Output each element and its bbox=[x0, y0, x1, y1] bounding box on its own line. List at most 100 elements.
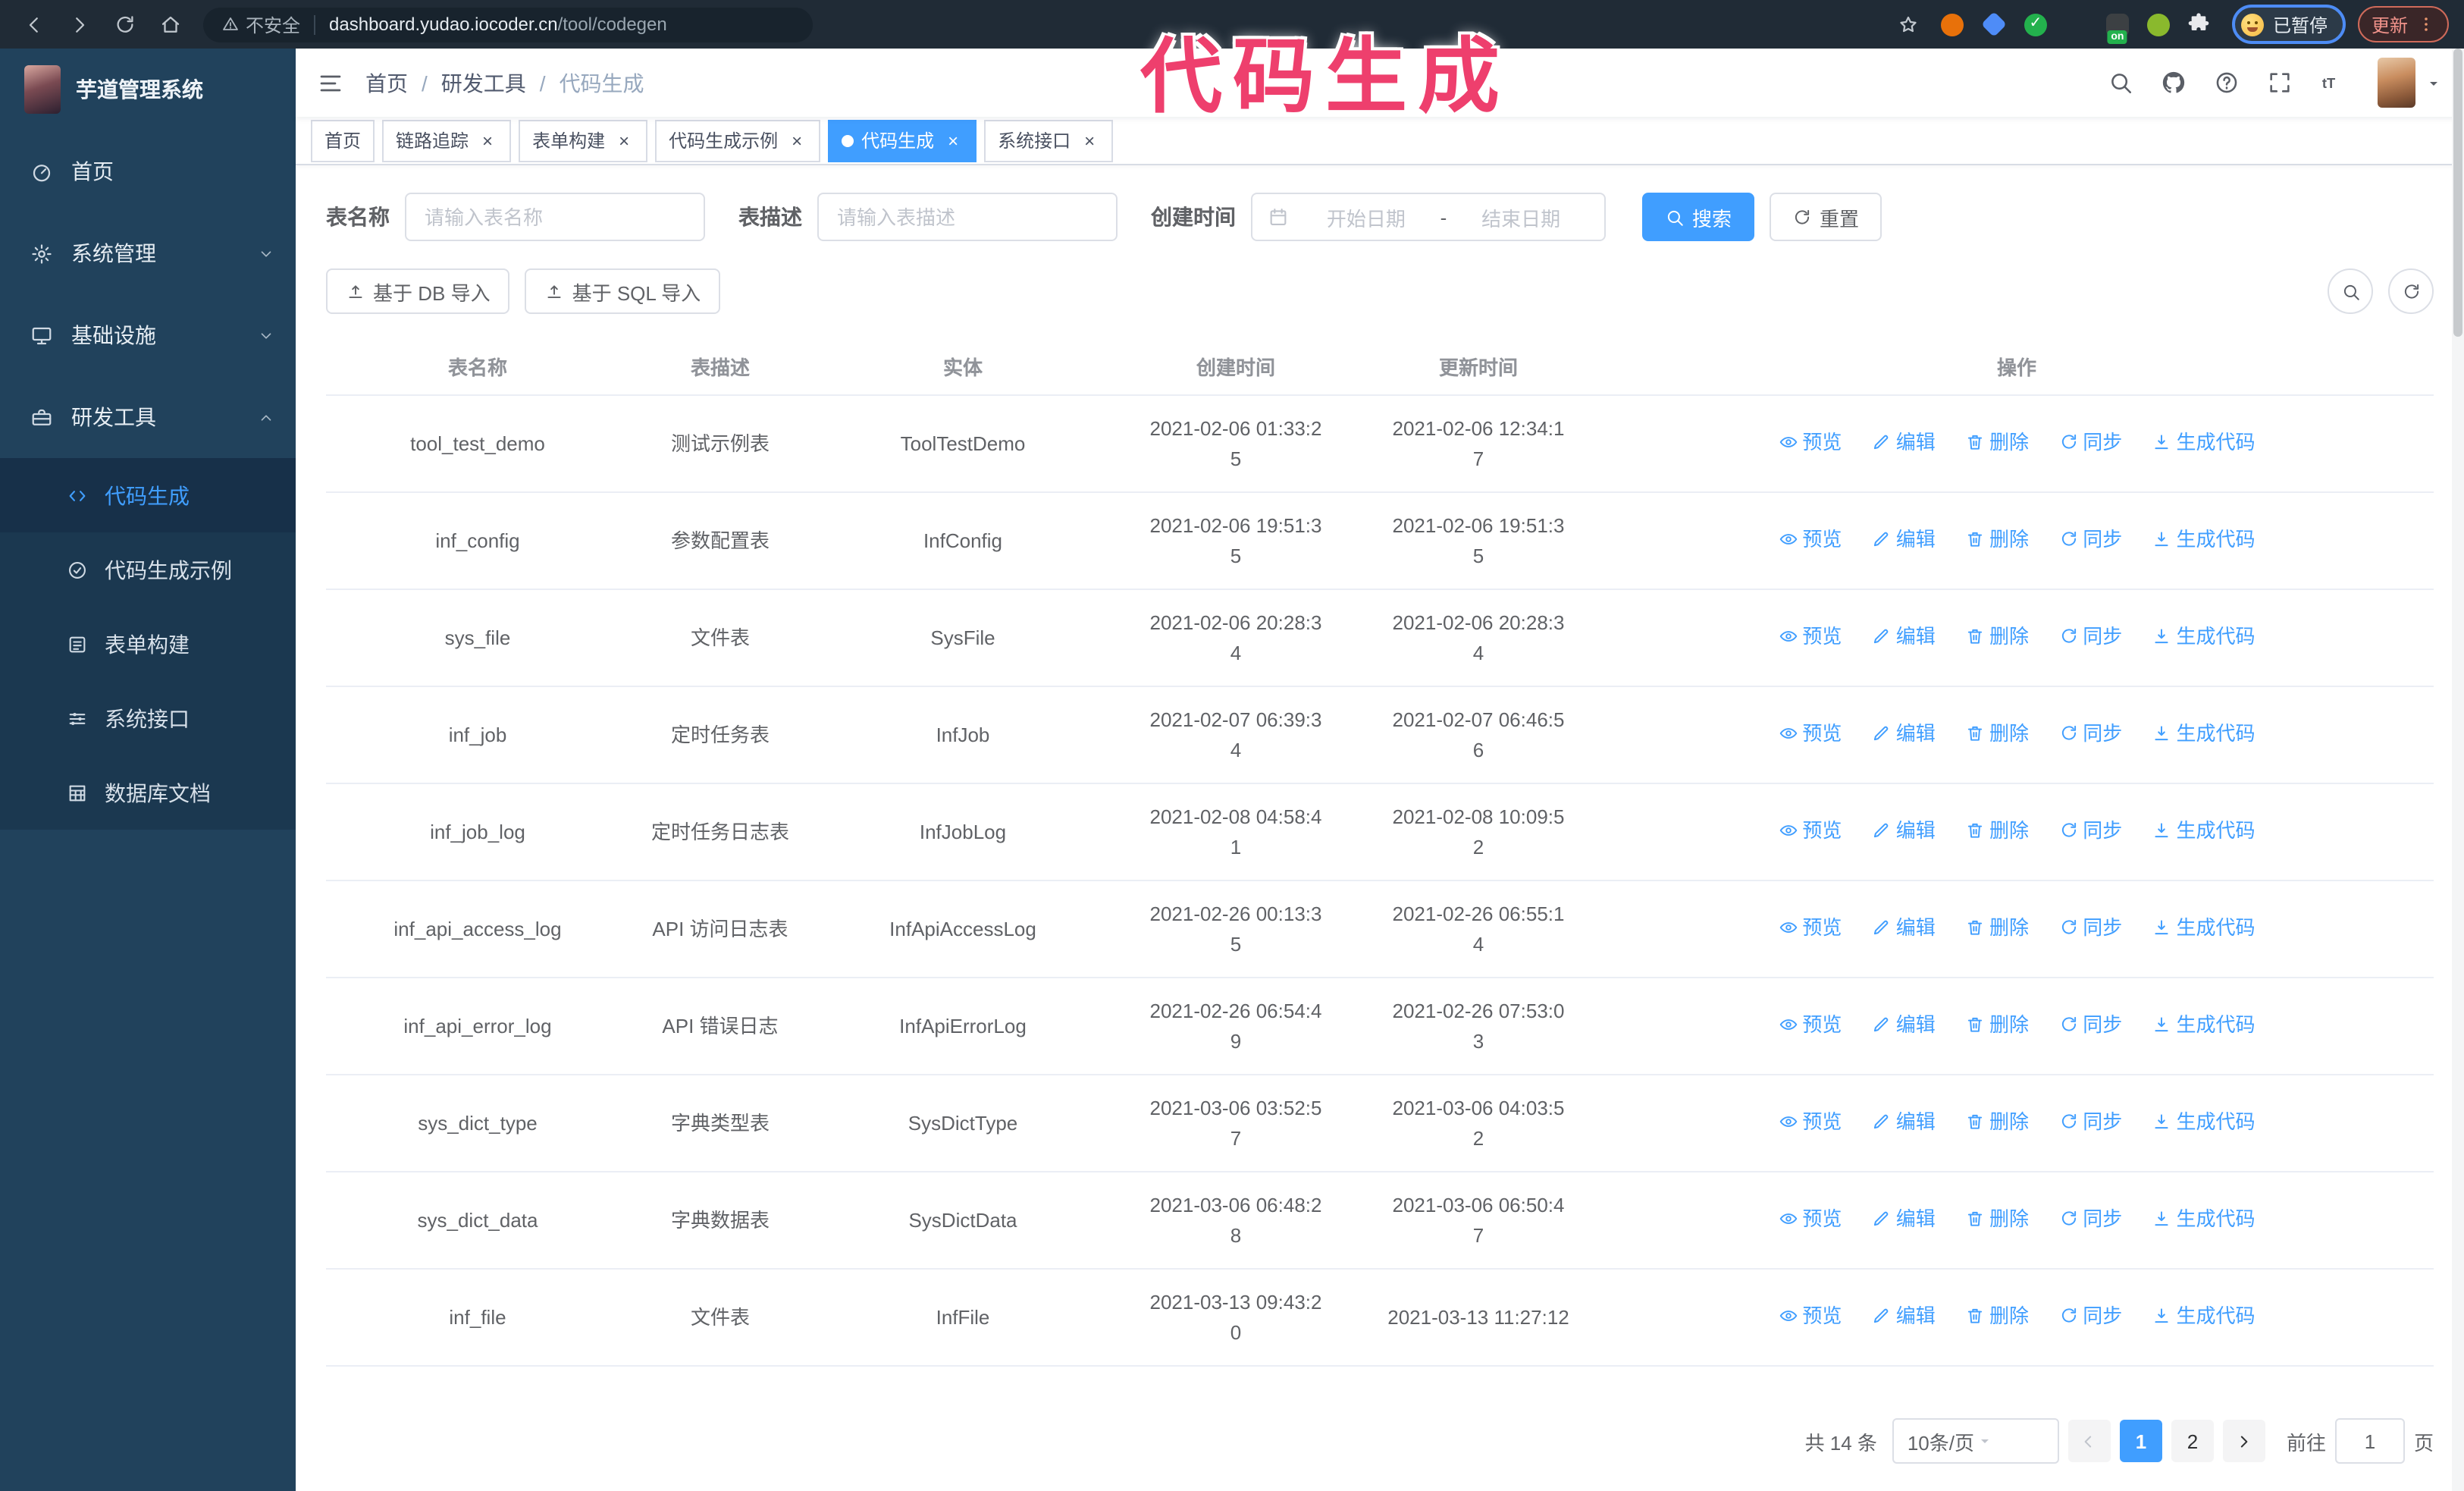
sync-link[interactable]: 同步 bbox=[2058, 427, 2122, 457]
table-name-input[interactable] bbox=[405, 193, 705, 241]
edit-link[interactable]: 编辑 bbox=[1872, 621, 1936, 651]
edit-link[interactable]: 编辑 bbox=[1872, 1106, 1936, 1136]
edit-link[interactable]: 编辑 bbox=[1872, 912, 1936, 942]
sync-link[interactable]: 同步 bbox=[2058, 1301, 2122, 1330]
generate-code-link[interactable]: 生成代码 bbox=[2152, 1106, 2256, 1136]
avatar[interactable] bbox=[2378, 58, 2415, 108]
edit-link[interactable]: 编辑 bbox=[1872, 524, 1936, 554]
page-number-1[interactable]: 1 bbox=[2119, 1420, 2162, 1462]
date-range-picker[interactable]: 开始日期 - 结束日期 bbox=[1251, 193, 1606, 241]
delete-link[interactable]: 删除 bbox=[1965, 524, 2029, 554]
search-icon[interactable] bbox=[2108, 70, 2133, 96]
delete-link[interactable]: 删除 bbox=[1965, 912, 2029, 942]
address-bar[interactable]: 不安全 dashboard.yudao.iocoder.cn/tool/code… bbox=[203, 7, 813, 42]
sidebar-item-system[interactable]: 系统管理 bbox=[0, 212, 296, 294]
github-icon[interactable] bbox=[2161, 70, 2187, 96]
generate-code-link[interactable]: 生成代码 bbox=[2152, 815, 2256, 845]
sidebar-item-devtools[interactable]: 研发工具 bbox=[0, 376, 296, 458]
import-db-button[interactable]: 基于 DB 导入 bbox=[326, 268, 510, 314]
browser-update-button[interactable]: 更新 bbox=[2357, 6, 2449, 42]
edit-link[interactable]: 编辑 bbox=[1872, 1009, 1936, 1039]
scrollbar-thumb[interactable] bbox=[2453, 49, 2462, 337]
generate-code-link[interactable]: 生成代码 bbox=[2152, 912, 2256, 942]
dots-vertical-icon[interactable] bbox=[2417, 15, 2435, 33]
next-page-button[interactable] bbox=[2222, 1420, 2265, 1462]
preview-link[interactable]: 预览 bbox=[1778, 1301, 1842, 1330]
sidebar-subitem-db-doc[interactable]: 数据库文档 bbox=[0, 755, 296, 830]
green-shield-extension-icon[interactable]: ✓ bbox=[2024, 13, 2047, 36]
generate-code-link[interactable]: 生成代码 bbox=[2152, 1009, 2256, 1039]
preview-link[interactable]: 预览 bbox=[1778, 815, 1842, 845]
close-icon[interactable]: × bbox=[1080, 130, 1099, 150]
preview-link[interactable]: 预览 bbox=[1778, 1204, 1842, 1233]
font-size-icon[interactable]: tT bbox=[2320, 70, 2346, 96]
search-button[interactable]: 搜索 bbox=[1642, 193, 1755, 241]
delete-link[interactable]: 删除 bbox=[1965, 1009, 2029, 1039]
delete-link[interactable]: 删除 bbox=[1965, 621, 2029, 651]
blue-gem-extension-icon[interactable] bbox=[1980, 11, 2007, 37]
help-icon[interactable] bbox=[2214, 70, 2240, 96]
preview-link[interactable]: 预览 bbox=[1778, 912, 1842, 942]
tab-tag[interactable]: 表单构建 × bbox=[519, 119, 648, 162]
grid-extension-icon[interactable] bbox=[2065, 13, 2088, 36]
orange-extension-icon[interactable] bbox=[1940, 13, 1964, 36]
breadcrumb-item[interactable]: 研发工具 bbox=[441, 67, 526, 98]
preview-link[interactable]: 预览 bbox=[1778, 1106, 1842, 1136]
generate-code-link[interactable]: 生成代码 bbox=[2152, 1301, 2256, 1330]
edit-link[interactable]: 编辑 bbox=[1872, 1204, 1936, 1233]
sync-link[interactable]: 同步 bbox=[2058, 524, 2122, 554]
app-logo[interactable]: 芋道管理系统 bbox=[0, 49, 296, 130]
generate-code-link[interactable]: 生成代码 bbox=[2152, 524, 2256, 554]
reset-button[interactable]: 重置 bbox=[1770, 193, 1882, 241]
goto-page-input[interactable] bbox=[2334, 1418, 2405, 1464]
refresh-button[interactable] bbox=[2388, 268, 2434, 314]
delete-link[interactable]: 删除 bbox=[1965, 1301, 2029, 1330]
preview-link[interactable]: 预览 bbox=[1778, 718, 1842, 748]
sidebar-item-home[interactable]: 首页 bbox=[0, 130, 296, 212]
back-icon[interactable] bbox=[15, 6, 52, 42]
delete-link[interactable]: 删除 bbox=[1965, 815, 2029, 845]
sidebar-subitem-system-api[interactable]: 系统接口 bbox=[0, 681, 296, 755]
generate-code-link[interactable]: 生成代码 bbox=[2152, 427, 2256, 457]
sync-link[interactable]: 同步 bbox=[2058, 1009, 2122, 1039]
sidebar-subitem-form-builder[interactable]: 表单构建 bbox=[0, 607, 296, 681]
edit-link[interactable]: 编辑 bbox=[1872, 815, 1936, 845]
sidebar-item-infra[interactable]: 基础设施 bbox=[0, 294, 296, 376]
generate-code-link[interactable]: 生成代码 bbox=[2152, 718, 2256, 748]
sync-link[interactable]: 同步 bbox=[2058, 718, 2122, 748]
fullscreen-icon[interactable] bbox=[2267, 70, 2293, 96]
delete-link[interactable]: 删除 bbox=[1965, 1106, 2029, 1136]
close-icon[interactable]: × bbox=[478, 130, 497, 150]
delete-link[interactable]: 删除 bbox=[1965, 427, 2029, 457]
delete-link[interactable]: 删除 bbox=[1965, 718, 2029, 748]
page-size-select[interactable]: 10条/页 bbox=[1892, 1418, 2059, 1464]
sync-link[interactable]: 同步 bbox=[2058, 912, 2122, 942]
sync-link[interactable]: 同步 bbox=[2058, 1106, 2122, 1136]
tab-tag[interactable]: 首页 bbox=[311, 119, 375, 162]
prev-page-button[interactable] bbox=[2067, 1420, 2111, 1462]
tab-tag[interactable]: 链路追踪 × bbox=[382, 119, 512, 162]
paused-extension-badge[interactable]: 已暂停 bbox=[2231, 5, 2346, 44]
close-icon[interactable]: × bbox=[614, 130, 634, 150]
page-number-2[interactable]: 2 bbox=[2171, 1420, 2214, 1462]
close-icon[interactable]: × bbox=[943, 130, 963, 150]
tab-tag[interactable]: 系统接口 × bbox=[984, 119, 1114, 162]
dark-extension-icon[interactable]: on bbox=[2105, 13, 2129, 43]
table-desc-input[interactable] bbox=[817, 193, 1118, 241]
sync-link[interactable]: 同步 bbox=[2058, 815, 2122, 845]
sidebar-subitem-codegen[interactable]: 代码生成 bbox=[0, 458, 296, 532]
delete-link[interactable]: 删除 bbox=[1965, 1204, 2029, 1233]
generate-code-link[interactable]: 生成代码 bbox=[2152, 1204, 2256, 1233]
window-scrollbar[interactable] bbox=[2452, 49, 2464, 1491]
sync-link[interactable]: 同步 bbox=[2058, 621, 2122, 651]
security-status[interactable]: 不安全 bbox=[221, 11, 300, 37]
bookmark-star-icon[interactable] bbox=[1897, 13, 1920, 36]
generate-code-link[interactable]: 生成代码 bbox=[2152, 621, 2256, 651]
show-search-button[interactable] bbox=[2328, 268, 2373, 314]
preview-link[interactable]: 预览 bbox=[1778, 1009, 1842, 1039]
home-icon[interactable] bbox=[152, 6, 188, 42]
preview-link[interactable]: 预览 bbox=[1778, 524, 1842, 554]
puzzle-extension-icon[interactable] bbox=[2188, 13, 2211, 36]
tab-tag[interactable]: 代码生成 × bbox=[828, 119, 977, 162]
reload-icon[interactable] bbox=[106, 6, 143, 42]
